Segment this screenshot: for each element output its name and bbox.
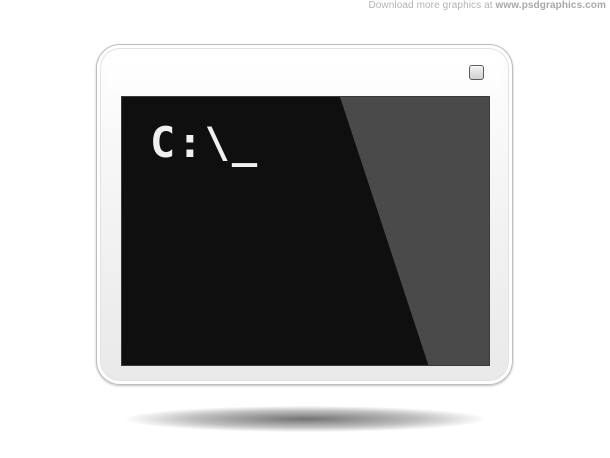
- console-screen: C:\_: [121, 96, 490, 366]
- drop-shadow: [126, 406, 484, 432]
- console-window-icon: C:\_: [96, 44, 513, 385]
- watermark-prefix: Download more graphics at: [368, 0, 496, 11]
- command-prompt-text: C:\_: [150, 118, 260, 167]
- maximize-icon: [469, 65, 484, 80]
- title-bar-gloss: [107, 53, 502, 91]
- watermark-site: www.psdgraphics.com: [495, 0, 606, 11]
- watermark: Download more graphics at www.psdgraphic…: [368, 0, 606, 11]
